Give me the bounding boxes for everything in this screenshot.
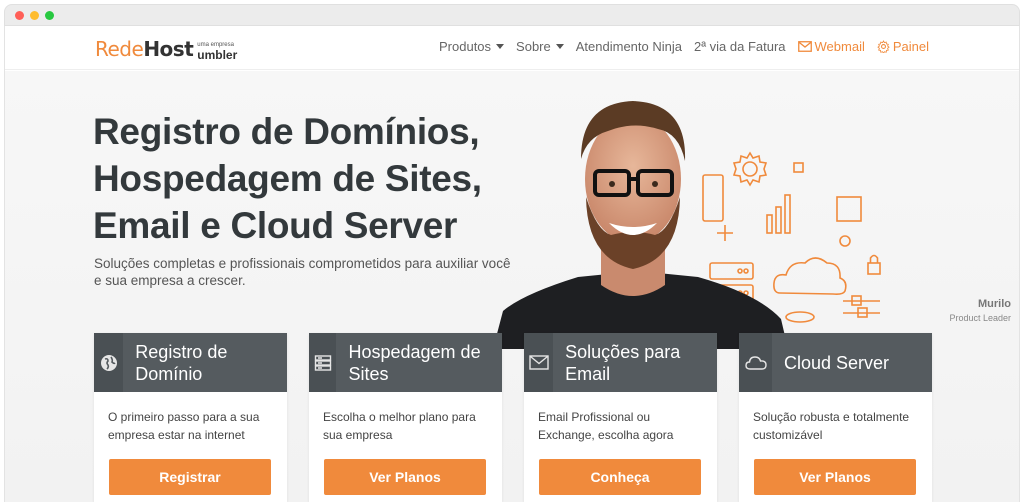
card-solucoes-email: Soluções para Email Email Profissional o… bbox=[524, 333, 717, 502]
hero-subtitle: Soluções completas e profissionais compr… bbox=[94, 256, 511, 288]
ver-planos-cloud-button[interactable]: Ver Planos bbox=[754, 459, 916, 495]
envelope-icon bbox=[797, 41, 812, 52]
hero-title: Registro de Domínios, Hospedagem de Site… bbox=[93, 108, 482, 249]
nav-produtos[interactable]: Produtos bbox=[439, 39, 505, 54]
logo-host-text: Host bbox=[143, 37, 194, 61]
card-hospedagem-sites: Hospedagem de Sites Escolha o melhor pla… bbox=[309, 333, 502, 502]
hero-title-line: Registro de Domínios, bbox=[93, 111, 480, 152]
card-title: Registro de Domínio bbox=[135, 341, 228, 384]
card-cloud-server: Cloud Server Solução robusta e totalment… bbox=[739, 333, 932, 502]
card-header: Hospedagem de Sites bbox=[309, 333, 502, 392]
card-description: O primeiro passo para a sua empresa esta… bbox=[108, 410, 260, 442]
nav-sobre[interactable]: Sobre bbox=[516, 39, 564, 54]
nav-painel[interactable]: Painel bbox=[877, 39, 929, 54]
card-title: Soluções para Email bbox=[565, 341, 681, 384]
nav-atendimento-ninja[interactable]: Atendimento Ninja bbox=[576, 39, 682, 54]
redehost-logo[interactable]: RedeHost uma empresa umbler bbox=[95, 35, 237, 61]
person-caption: Murilo Product Leader bbox=[949, 298, 1011, 323]
maximize-window-dot[interactable] bbox=[45, 11, 54, 20]
gear-icon bbox=[877, 40, 890, 53]
lock-illustration-icon bbox=[867, 254, 881, 275]
logo-rede-text: Rede bbox=[95, 37, 144, 61]
nav-produtos-label: Produtos bbox=[439, 39, 492, 54]
nav-webmail-label: Webmail bbox=[814, 39, 865, 54]
minimize-window-dot[interactable] bbox=[30, 11, 39, 20]
person-name: Murilo bbox=[978, 298, 1011, 310]
top-navbar: RedeHost uma empresa umbler Produtos Sob… bbox=[5, 26, 1019, 70]
card-description: Escolha o melhor plano para sua empresa bbox=[323, 410, 476, 442]
hero-section: Registro de Domínios, Hospedagem de Site… bbox=[5, 71, 1019, 502]
card-description: Email Profissional ou Exchange, escolha … bbox=[538, 410, 674, 442]
ver-planos-hospedagem-button[interactable]: Ver Planos bbox=[324, 459, 486, 495]
envelope-icon bbox=[524, 333, 554, 392]
card-header: Soluções para Email bbox=[524, 333, 717, 392]
card-title: Cloud Server bbox=[784, 352, 890, 373]
globe-icon bbox=[94, 333, 124, 392]
nav-segunda-via-fatura[interactable]: 2ª via da Fatura bbox=[694, 39, 786, 54]
registrar-button[interactable]: Registrar bbox=[109, 459, 271, 495]
main-nav: Produtos Sobre Atendimento Ninja 2ª via … bbox=[427, 39, 929, 54]
sliders-illustration-icon bbox=[843, 295, 880, 318]
cloud-icon bbox=[739, 333, 772, 392]
card-description: Solução robusta e totalmente customizáve… bbox=[753, 410, 910, 442]
murilo-portrait-photo bbox=[493, 101, 788, 349]
card-registro-dominio: Registro de Domínio O primeiro passo par… bbox=[94, 333, 287, 502]
server-icon bbox=[309, 333, 337, 392]
nav-fatura-label: 2ª via da Fatura bbox=[693, 39, 786, 54]
nav-webmail[interactable]: Webmail bbox=[797, 39, 865, 54]
conheca-button[interactable]: Conheça bbox=[539, 459, 701, 495]
logo-umbler: umbler bbox=[197, 48, 238, 62]
close-window-dot[interactable] bbox=[15, 11, 24, 20]
browser-window-chrome bbox=[4, 4, 1020, 26]
nav-atendimento-label: Atendimento Ninja bbox=[575, 39, 682, 54]
nav-sobre-label: Sobre bbox=[516, 39, 551, 54]
card-header: Cloud Server bbox=[739, 333, 932, 392]
page-viewport: RedeHost uma empresa umbler Produtos Sob… bbox=[4, 26, 1020, 502]
database-illustration-icon bbox=[785, 311, 815, 323]
card-title: Hospedagem de Sites bbox=[348, 341, 481, 384]
hero-title-line: Hospedagem de Sites, bbox=[93, 158, 482, 199]
hero-title-line: Email e Cloud Server bbox=[93, 205, 458, 246]
nav-painel-label: Painel bbox=[892, 39, 929, 54]
card-header: Registro de Domínio bbox=[94, 333, 287, 392]
chevron-down-icon bbox=[496, 44, 505, 49]
person-role: Product Leader bbox=[949, 313, 1011, 323]
chevron-down-icon bbox=[555, 44, 564, 49]
